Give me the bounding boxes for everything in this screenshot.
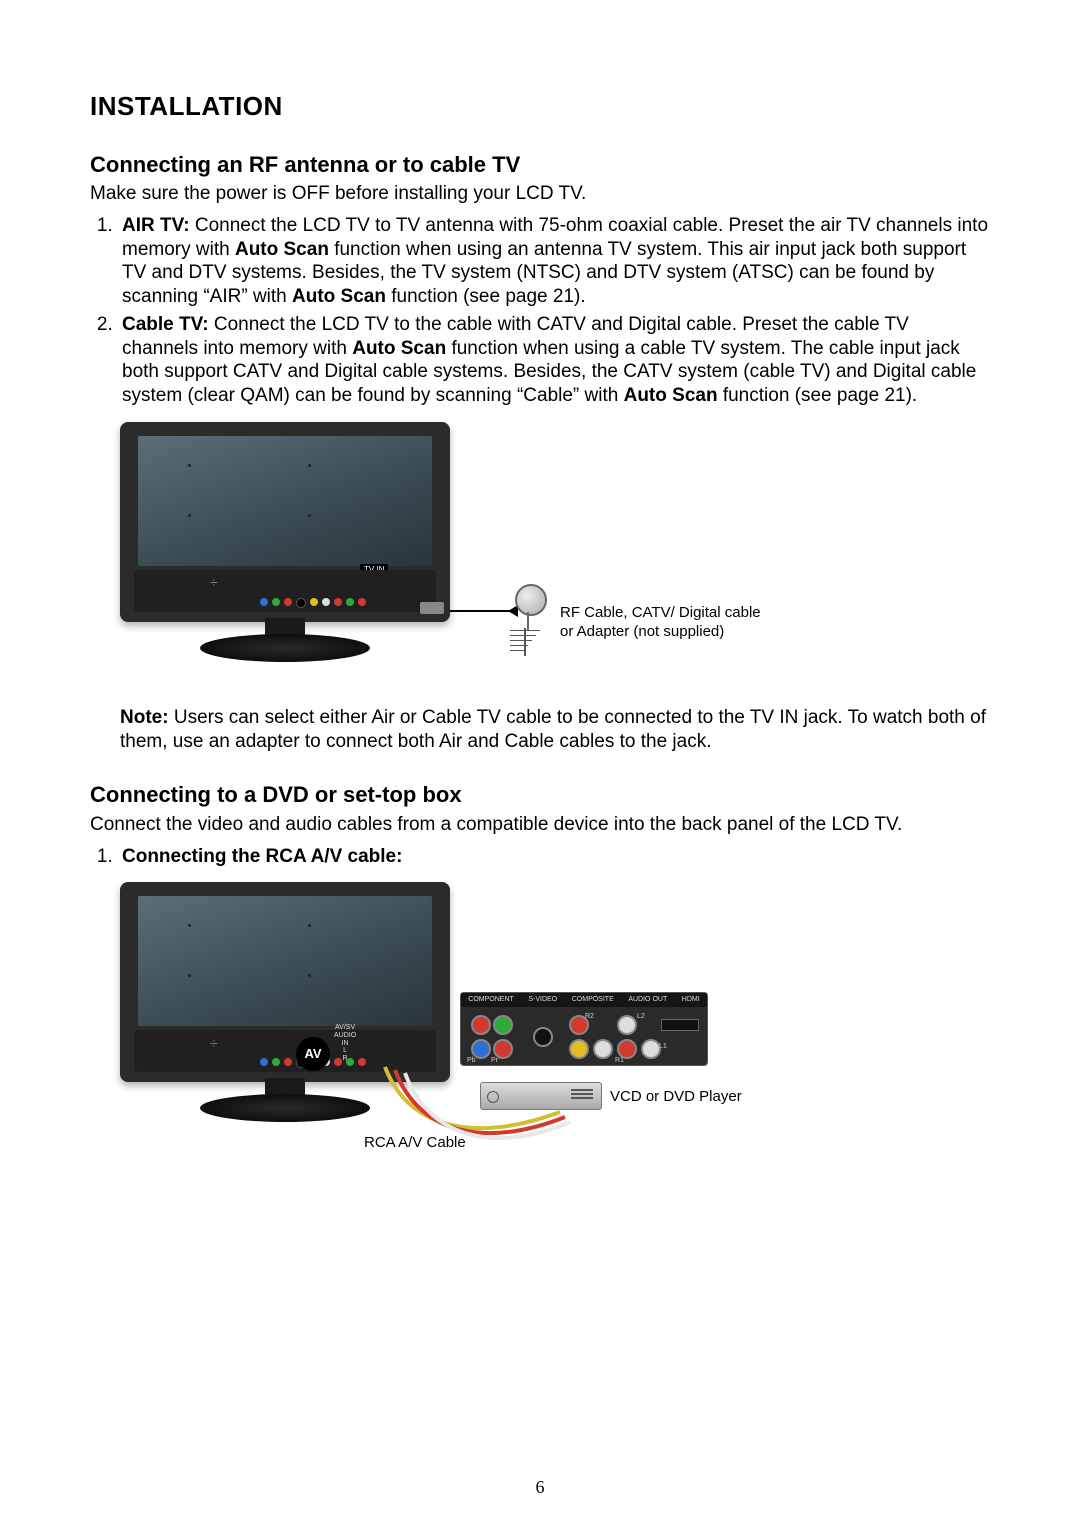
panel-label: S-VIDEO: [528, 996, 557, 1005]
av-sub-labels: AV/SVAUDIOINLR: [334, 1024, 356, 1062]
note-text: Users can select either Air or Cable TV …: [120, 707, 986, 752]
rear-panel-illustration: COMPONENT S-VIDEO COMPOSITE AUDIO OUT HD…: [460, 992, 708, 1066]
auto-scan-ref: Auto Scan: [235, 239, 329, 260]
panel-label: AUDIO OUT: [628, 996, 667, 1005]
satellite-dish-icon: [515, 584, 547, 616]
divider-icon: ÷: [210, 1035, 218, 1053]
jack-label: L1: [659, 1043, 667, 1052]
manual-page: INSTALLATION Connecting an RF antenna or…: [0, 0, 1080, 1528]
section1-intro: Make sure the power is OFF before instal…: [90, 182, 990, 206]
av-badge-icon: AV: [296, 1037, 330, 1071]
list-item: Cable TV: Connect the LCD TV to the cabl…: [118, 313, 990, 408]
coax-connector-icon: [420, 602, 444, 614]
item-text: function (see page 21).: [386, 286, 586, 307]
note-block: Note: Users can select either Air or Cab…: [120, 706, 990, 754]
page-title: INSTALLATION: [90, 90, 990, 123]
figure-caption: RF Cable, CATV/ Digital cable or Adapter…: [560, 604, 761, 642]
jack-label: R2: [585, 1013, 594, 1022]
jack-icon: [617, 1039, 637, 1059]
jack-icon: [593, 1039, 613, 1059]
page-number: 6: [0, 1476, 1080, 1499]
jack-icon: [533, 1027, 553, 1047]
note-lead: Note:: [120, 707, 169, 728]
figure-caption: RCA A/V Cable: [364, 1134, 466, 1153]
jack-icon: [493, 1039, 513, 1059]
tv-illustration: TV IN ÷: [120, 422, 450, 652]
list-item: AIR TV: Connect the LCD TV to TV antenna…: [118, 214, 990, 309]
jack-icon: [471, 1015, 491, 1035]
item-lead: Cable TV:: [122, 314, 209, 335]
item-text: function (see page 21).: [718, 385, 918, 406]
section2-list: Connecting the RCA A/V cable:: [90, 845, 990, 869]
caption-line: RF Cable, CATV/ Digital cable: [560, 604, 761, 621]
section1-list: AIR TV: Connect the LCD TV to TV antenna…: [90, 214, 990, 408]
panel-label: COMPOSITE: [572, 996, 614, 1005]
jack-icon: [569, 1039, 589, 1059]
tv-ports-icon: [260, 598, 366, 608]
jack-icon: [617, 1015, 637, 1035]
jack-icon: [641, 1039, 661, 1059]
panel-label: COMPONENT: [468, 996, 514, 1005]
panel-label: HDMI: [682, 996, 700, 1005]
jack-icon: [471, 1039, 491, 1059]
figure-rf-antenna: TV IN ÷: [120, 422, 990, 692]
auto-scan-ref: Auto Scan: [624, 385, 718, 406]
jack-label: L2: [637, 1013, 645, 1022]
item-lead: AIR TV:: [122, 215, 190, 236]
divider-icon: ÷: [210, 574, 218, 592]
hdmi-port-icon: [661, 1019, 699, 1031]
auto-scan-ref: Auto Scan: [292, 286, 386, 307]
figure-rca-cable: ÷ AV AV/SVAUDIOINLR COMPONENT: [120, 882, 990, 1162]
antenna-icon: [510, 628, 544, 656]
jack-label: R1: [615, 1057, 624, 1066]
arrow-icon: [450, 610, 510, 612]
section-heading-rf: Connecting an RF antenna or to cable TV: [90, 151, 990, 179]
jack-icon: [493, 1015, 513, 1035]
section-heading-dvd: Connecting to a DVD or set-top box: [90, 781, 990, 809]
caption-line: or Adapter (not supplied): [560, 623, 724, 640]
section2-intro: Connect the video and audio cables from …: [90, 813, 990, 837]
list-item: Connecting the RCA A/V cable:: [118, 845, 990, 869]
item-lead: Connecting the RCA A/V cable:: [122, 846, 402, 867]
auto-scan-ref: Auto Scan: [352, 338, 446, 359]
figure-caption: VCD or DVD Player: [610, 1088, 742, 1107]
